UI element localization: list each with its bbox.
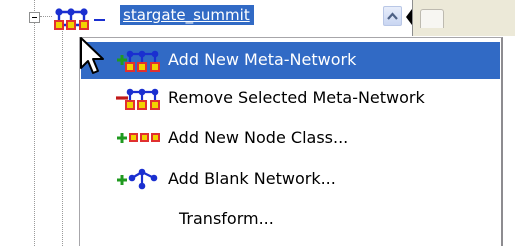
tree-connector-line bbox=[34, 0, 35, 11]
add-node-class-icon bbox=[117, 133, 160, 143]
meta-network-icon bbox=[53, 7, 111, 31]
tree-connector-line bbox=[40, 16, 52, 17]
menu-item-label: Add New Node Class... bbox=[168, 128, 349, 147]
menu-item-label: Add New Meta-Network bbox=[168, 50, 357, 69]
menu-item-label: Add Blank Network... bbox=[168, 169, 336, 188]
menu-item-label: Remove Selected Meta-Network bbox=[168, 88, 425, 107]
menu-item-add-blank-network[interactable]: Add Blank Network... bbox=[81, 161, 500, 198]
menu-item-add-new-meta-network[interactable]: Add New Meta-Network bbox=[81, 42, 500, 79]
scroll-up-button[interactable] bbox=[383, 6, 402, 26]
menu-item-label: Transform... bbox=[179, 209, 274, 228]
menu-item-transform[interactable]: Transform... bbox=[81, 201, 500, 238]
screenshot-stage: stargate_summit Add New Meta-Network Rem… bbox=[0, 0, 515, 246]
remove-meta-network-icon bbox=[116, 88, 160, 110]
menu-item-remove-selected-meta-network[interactable]: Remove Selected Meta-Network bbox=[81, 80, 500, 117]
mouse-pointer-icon bbox=[80, 37, 104, 74]
add-blank-network-icon bbox=[117, 168, 158, 190]
chevron-up-icon bbox=[387, 12, 398, 20]
tree-collapse-toggle[interactable] bbox=[29, 12, 40, 23]
tree-node-label[interactable]: stargate_summit bbox=[120, 5, 254, 25]
tree-connector-line bbox=[34, 22, 35, 246]
context-menu: Add New Meta-Network Remove Selected Met… bbox=[79, 37, 503, 246]
tree-connector-line bbox=[62, 31, 63, 246]
menu-item-add-new-node-class[interactable]: Add New Node Class... bbox=[81, 120, 500, 157]
add-meta-network-icon bbox=[117, 50, 160, 72]
right-pane-tab[interactable] bbox=[420, 9, 444, 28]
